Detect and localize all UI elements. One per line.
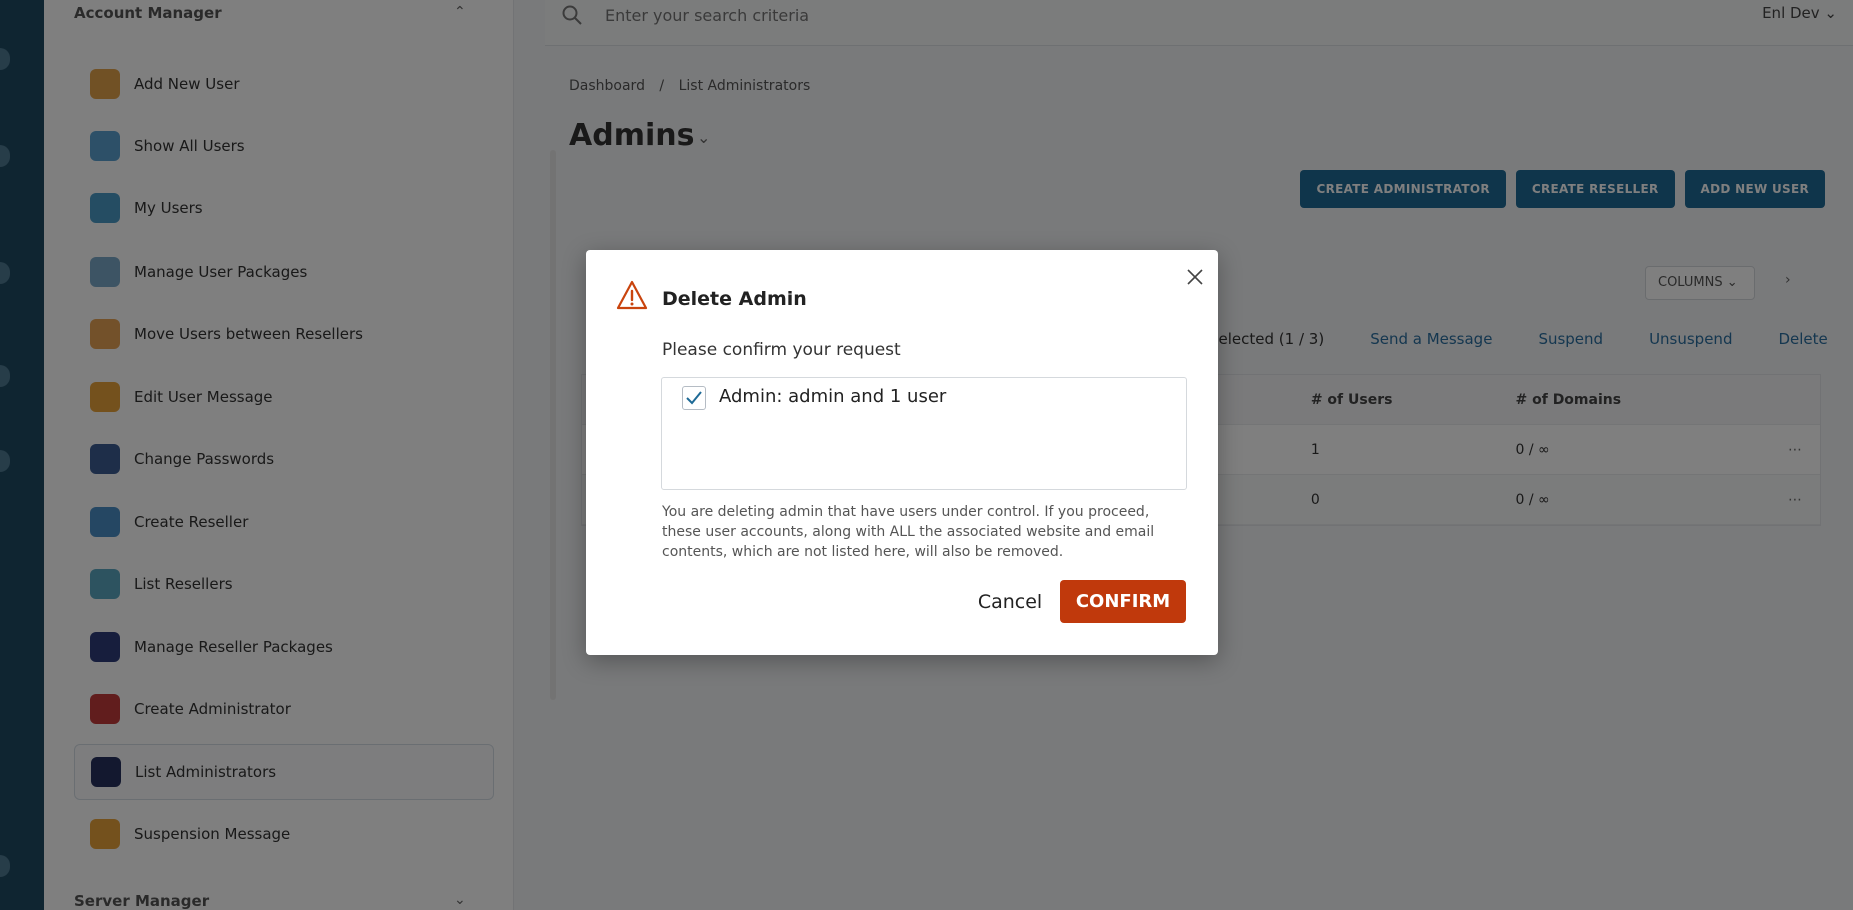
close-icon[interactable] (1182, 264, 1208, 290)
warning-message: You are deleting admin that have users u… (662, 504, 1155, 560)
confirm-button[interactable]: CONFIRM (1060, 580, 1186, 623)
item-checkbox[interactable] (682, 386, 706, 410)
checkmark-icon (686, 391, 702, 405)
dialog-title: Delete Admin (662, 288, 807, 310)
warning-icon (616, 280, 648, 310)
item-label: Admin: admin and 1 user (719, 386, 947, 407)
confirm-prompt: Please confirm your request (662, 340, 901, 360)
cancel-button[interactable]: Cancel (960, 581, 1060, 623)
delete-items-list: Admin: admin and 1 user (661, 377, 1187, 490)
delete-admin-dialog: Delete Admin Please confirm your request… (586, 250, 1218, 655)
